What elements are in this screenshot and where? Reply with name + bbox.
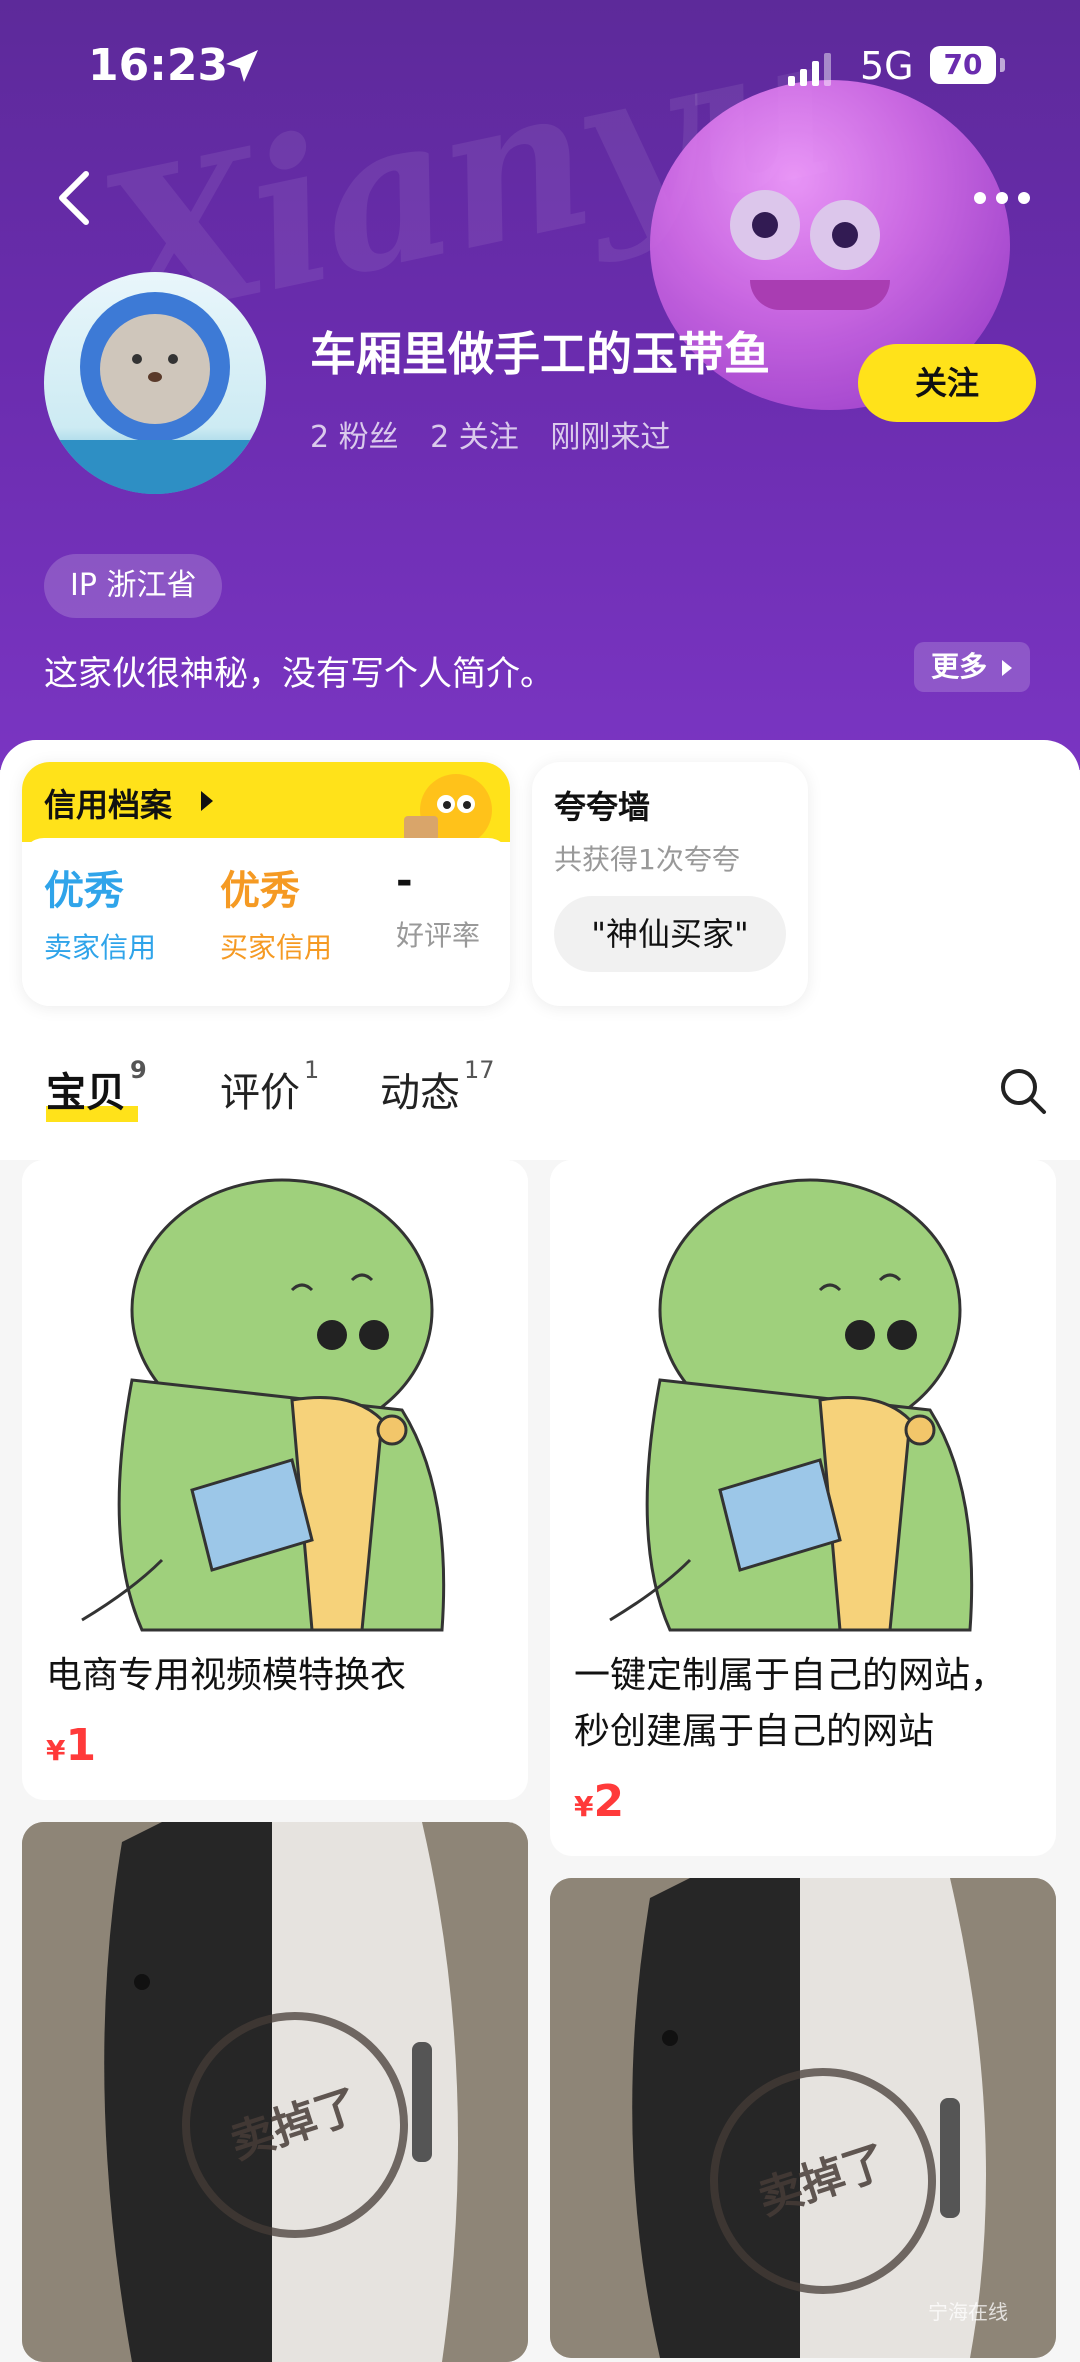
signal-icon — [788, 53, 831, 86]
follow-button[interactable]: 关注 — [858, 344, 1036, 422]
tab-posts-label: 动态 — [380, 1070, 460, 1116]
content-tabs: 宝贝 9 评价 1 动态 17 — [0, 1040, 1080, 1140]
status-bar: 16:23 5G 70 — [0, 40, 1080, 110]
bio-more-button[interactable]: 更多 — [914, 642, 1030, 692]
buyer-credit-value: 优秀 — [220, 868, 300, 914]
dinosaur-illustration — [550, 1160, 1056, 1640]
praise-badge: "神仙买家" — [554, 896, 786, 972]
following-count[interactable]: 2 关注 — [430, 420, 519, 455]
product-image — [22, 1160, 528, 1640]
product-image — [550, 1160, 1056, 1640]
praise-wall-subtitle: 共获得1次夸夸 — [554, 843, 740, 876]
tab-posts-count: 17 — [464, 1056, 495, 1084]
more-options-icon[interactable] — [972, 188, 1032, 208]
product-card-sold[interactable]: 卖掉了 — [22, 1822, 528, 2362]
price-currency: ¥ — [574, 1790, 594, 1823]
tab-posts[interactable]: 动态 17 — [380, 1056, 495, 1118]
buyer-credit: 优秀 买家信用 — [220, 858, 332, 966]
user-nickname: 车厢里做手工的玉带鱼 — [310, 327, 770, 381]
praise-wall-title: 夸夸墙 — [554, 788, 651, 826]
search-icon[interactable] — [998, 1066, 1048, 1116]
fans-count[interactable]: 2 粉丝 — [310, 420, 399, 455]
tab-items[interactable]: 宝贝 9 — [46, 1056, 147, 1118]
praise-wall-card[interactable]: 夸夸墙 共获得1次夸夸 "神仙买家" — [532, 762, 808, 1006]
credit-card-body: 优秀 卖家信用 优秀 买家信用 - 好评率 — [22, 838, 510, 1006]
seller-credit-value: 优秀 — [44, 868, 124, 914]
tab-items-label: 宝贝 — [46, 1070, 126, 1116]
tab-reviews-count: 1 — [304, 1056, 320, 1084]
battery-indicator: 70 — [930, 46, 996, 84]
product-image: 卖掉了 — [550, 1878, 1056, 2358]
seller-credit-label: 卖家信用 — [44, 931, 157, 964]
dinosaur-illustration — [22, 1160, 528, 1640]
product-price: ¥2 — [574, 1776, 624, 1827]
tab-reviews[interactable]: 评价 1 — [220, 1056, 319, 1118]
product-image: 卖掉了 — [22, 1822, 528, 2362]
buyer-credit-label: 买家信用 — [220, 931, 333, 964]
product-title: 电商专用视频模特换衣 — [46, 1655, 407, 1696]
tab-items-count: 9 — [130, 1056, 147, 1084]
profile-header: Xianyu 16:23 5G 70 车厢里做手工的玉带鱼 2 粉丝 2 关注 … — [0, 0, 1080, 770]
positive-rate-label: 好评率 — [396, 919, 481, 952]
site-watermark: 宁海在线 — [928, 2300, 1008, 2324]
product-card[interactable]: 一键定制属于自己的网站，秒创建属于自己的网站 ¥2 — [550, 1160, 1056, 1856]
price-value: 1 — [65, 1720, 97, 1771]
positive-rate-value: - — [396, 858, 413, 904]
user-stats: 2 粉丝 2 关注 刚刚来过 — [310, 412, 692, 456]
product-title: 一键定制属于自己的网站，秒创建属于自己的网站 — [574, 1655, 1007, 1752]
credit-archive-card[interactable]: 信用档案 优秀 卖家信用 优秀 买家信用 - 好评率 — [22, 762, 510, 1006]
battery-tip — [1000, 58, 1005, 72]
seller-credit: 优秀 卖家信用 — [44, 858, 156, 966]
positive-rate: - 好评率 — [396, 858, 480, 954]
credit-title: 信用档案 — [44, 786, 173, 824]
ip-location-tag: IP 浙江省 — [44, 554, 223, 618]
location-arrow-icon — [226, 50, 258, 82]
price-value: 2 — [593, 1776, 625, 1827]
last-seen: 刚刚来过 — [550, 420, 671, 455]
caret-right-icon — [1001, 660, 1012, 676]
caret-right-icon — [201, 791, 213, 811]
tab-reviews-label: 评价 — [220, 1070, 300, 1116]
user-avatar[interactable] — [44, 272, 266, 494]
back-arrow-icon[interactable] — [52, 168, 96, 228]
price-currency: ¥ — [46, 1734, 66, 1767]
bio-more-label: 更多 — [931, 650, 988, 683]
product-card[interactable]: 电商专用视频模特换衣 ¥1 — [22, 1160, 528, 1800]
network-type: 5G — [860, 44, 914, 88]
product-card-sold[interactable]: 卖掉了 — [550, 1878, 1056, 2358]
status-time: 16:23 — [88, 40, 229, 91]
product-price: ¥1 — [46, 1720, 96, 1771]
user-bio: 这家伙很神秘，没有写个人简介。 — [44, 654, 554, 694]
